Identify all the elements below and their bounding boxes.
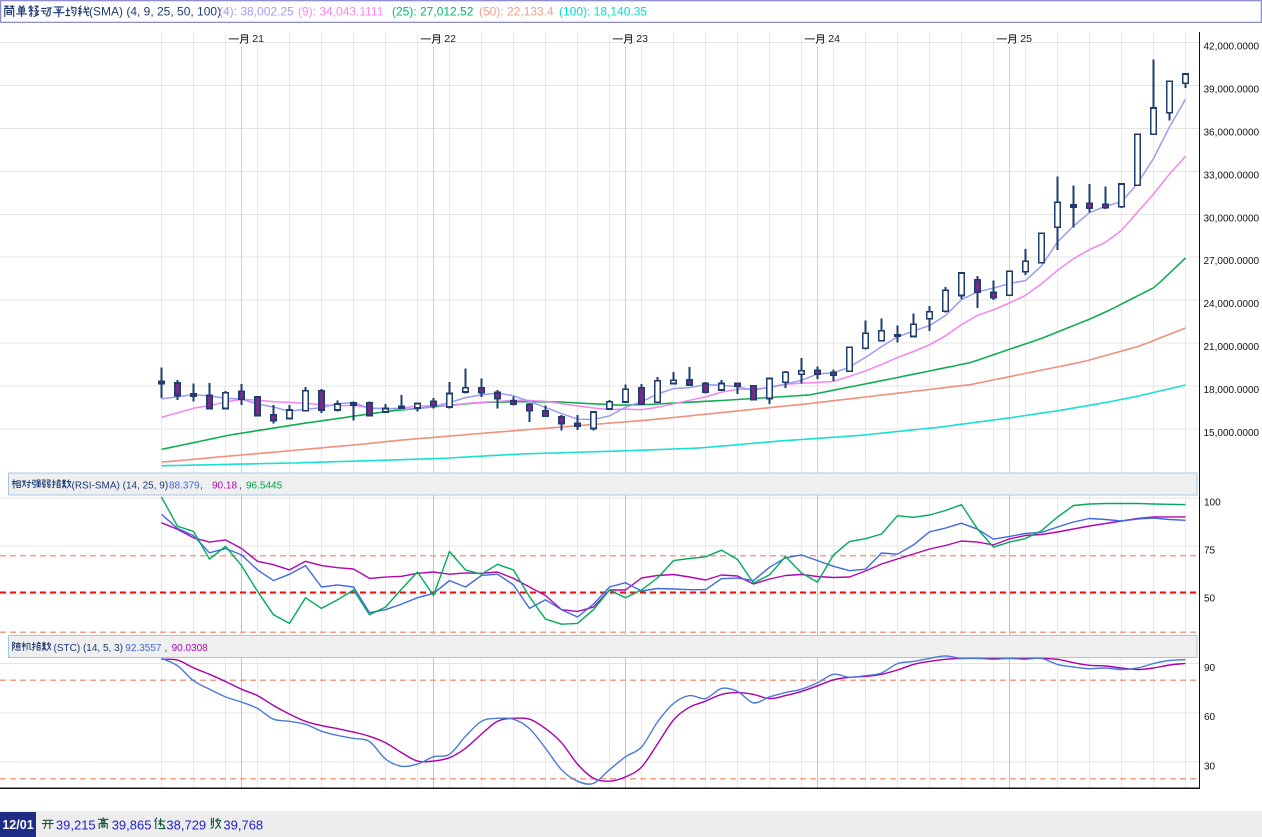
svg-text:42,000.0000: 42,000.0000 [1204,42,1260,53]
svg-text:,: , [200,480,203,491]
svg-text:50: 50 [1204,593,1216,604]
svg-text:(100): 18,140.35: (100): 18,140.35 [559,5,647,19]
svg-text:18,000.0000: 18,000.0000 [1204,385,1260,396]
svg-text:(4): 38,002.25: (4): 38,002.25 [219,5,294,19]
svg-text:39,000.0000: 39,000.0000 [1204,84,1260,95]
svg-text:,: , [239,480,242,491]
svg-text:88.379: 88.379 [169,480,200,491]
svg-text:(STC) (14, 5, 3): (STC) (14, 5, 3) [54,643,123,654]
svg-text:(9): 34,043.1111: (9): 34,043.1111 [298,5,384,19]
svg-text:(25): 27,012.52: (25): 27,012.52 [392,5,474,19]
svg-text:96.5445: 96.5445 [246,480,283,491]
svg-text:(RSI-SMA) (14, 25, 9): (RSI-SMA) (14, 25, 9) [72,480,169,491]
svg-text:12/01: 12/01 [2,818,33,832]
svg-text:39,865: 39,865 [112,817,152,832]
svg-text:25: 25 [1020,33,1032,45]
svg-text:60: 60 [1204,712,1216,723]
svg-text:39,768: 39,768 [223,817,263,832]
svg-text:39,215: 39,215 [56,817,96,832]
svg-text:23: 23 [636,33,648,45]
svg-text:100: 100 [1204,497,1221,508]
svg-text:24: 24 [828,33,840,45]
svg-text:92.3557: 92.3557 [125,643,162,654]
svg-text:90.18: 90.18 [212,480,237,491]
svg-text:30,000.0000: 30,000.0000 [1204,213,1260,224]
svg-text:75: 75 [1204,545,1216,556]
svg-text:36,000.0000: 36,000.0000 [1204,127,1260,138]
svg-text:21,000.0000: 21,000.0000 [1204,342,1260,353]
svg-text:(50): 22,133.4: (50): 22,133.4 [479,5,554,19]
svg-text:15,000.0000: 15,000.0000 [1204,428,1260,439]
svg-text:33,000.0000: 33,000.0000 [1204,170,1260,181]
svg-text:38,729: 38,729 [166,817,206,832]
svg-text:22: 22 [444,33,456,45]
svg-text:30: 30 [1204,761,1216,772]
svg-text:24,000.0000: 24,000.0000 [1204,299,1260,310]
svg-text:,: , [165,643,168,654]
svg-text:27,000.0000: 27,000.0000 [1204,256,1260,267]
svg-text:90: 90 [1204,663,1216,674]
svg-text:90.0308: 90.0308 [172,643,209,654]
svg-text:21: 21 [252,33,264,45]
svg-text:(SMA) (4, 9, 25, 50, 100): (SMA) (4, 9, 25, 50, 100) [89,5,221,19]
